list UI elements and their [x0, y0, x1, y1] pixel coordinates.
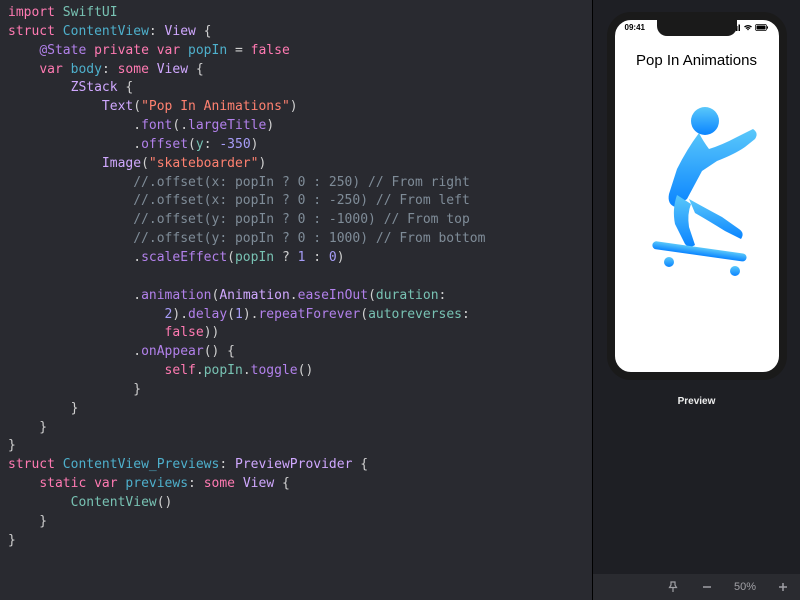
keyword-struct: struct: [8, 24, 55, 39]
var-popin: popIn: [188, 43, 227, 58]
type-contentview: ContentView: [63, 24, 149, 39]
phone-content: Pop In Animations: [615, 46, 779, 372]
comment-from-top: //.offset(y: popIn ? 0 : -1000) // From …: [133, 212, 470, 227]
param-duration: duration: [376, 288, 439, 303]
type-text: Text: [102, 99, 133, 114]
keyword-some: some: [118, 62, 149, 77]
preview-label: Preview: [678, 396, 716, 407]
func-easeinout: easeInOut: [298, 288, 368, 303]
number-1: 1: [298, 250, 306, 265]
comment-from-left: //.offset(x: popIn ? 0 : -250) // From l…: [133, 193, 470, 208]
zoom-in-button[interactable]: [776, 580, 790, 594]
preview-panel: 09:41 Pop In Animations: [592, 0, 800, 600]
var-popin-ref2: popIn: [204, 363, 243, 378]
comment-from-bottom: //.offset(y: popIn ? 0 : 1000) // From b…: [133, 231, 485, 246]
attr-state: @State: [39, 43, 86, 58]
preview-title-text: Pop In Animations: [636, 52, 757, 69]
func-repeatforever: repeatForever: [258, 307, 360, 322]
keyword-some2: some: [204, 476, 235, 491]
type-zstack: ZStack: [71, 80, 118, 95]
protocol-previewprovider: PreviewProvider: [235, 457, 352, 472]
var-body: body: [71, 62, 102, 77]
modifier-font: font: [141, 118, 172, 133]
status-time: 09:41: [625, 23, 645, 32]
func-toggle: toggle: [251, 363, 298, 378]
var-previews: previews: [125, 476, 188, 491]
code-editor[interactable]: import SwiftUI struct ContentView: View …: [0, 0, 592, 600]
keyword-struct2: struct: [8, 457, 55, 472]
keyword-static-var: static var: [39, 476, 117, 491]
literal-false2: false: [165, 325, 204, 340]
func-delay: delay: [188, 307, 227, 322]
protocol-view: View: [165, 24, 196, 39]
string-skateboarder: "skateboarder": [149, 156, 259, 171]
string-title: "Pop In Animations": [141, 99, 290, 114]
type-view: View: [157, 62, 188, 77]
literal-false: false: [251, 43, 290, 58]
number-neg350: -350: [219, 137, 250, 152]
modifier-scaleeffect: scaleEffect: [141, 250, 227, 265]
battery-icon: [755, 24, 769, 31]
type-previews: ContentView_Previews: [63, 457, 220, 472]
param-y: y: [196, 137, 204, 152]
type-view2: View: [243, 476, 274, 491]
enum-largetitle: largeTitle: [188, 118, 266, 133]
number-0: 0: [329, 250, 337, 265]
iphone-preview[interactable]: 09:41 Pop In Animations: [607, 12, 787, 380]
modifier-animation: animation: [141, 288, 211, 303]
type-image: Image: [102, 156, 141, 171]
skateboarder-image: [627, 99, 767, 279]
keyword-private-var: private var: [94, 43, 180, 58]
modifier-offset: offset: [141, 137, 188, 152]
param-autoreverses: autoreverses: [368, 307, 462, 322]
keyword-var: var: [39, 62, 62, 77]
zoom-level[interactable]: 50%: [734, 581, 756, 593]
comment-from-right: //.offset(x: popIn ? 0 : 250) // From ri…: [133, 175, 470, 190]
wifi-icon: [743, 24, 753, 31]
type-animation: Animation: [219, 288, 289, 303]
number-2: 2: [165, 307, 173, 322]
zoom-toolbar: 50%: [593, 574, 800, 600]
zoom-out-button[interactable]: [700, 580, 714, 594]
number-1b: 1: [235, 307, 243, 322]
var-popin-ref: popIn: [235, 250, 274, 265]
call-contentview: ContentView: [71, 495, 157, 510]
modifier-onappear: onAppear: [141, 344, 204, 359]
module-name: SwiftUI: [63, 5, 118, 20]
phone-notch: [657, 20, 737, 36]
keyword-import: import: [8, 5, 55, 20]
keyword-self: self: [165, 363, 196, 378]
pin-button[interactable]: [666, 580, 680, 594]
